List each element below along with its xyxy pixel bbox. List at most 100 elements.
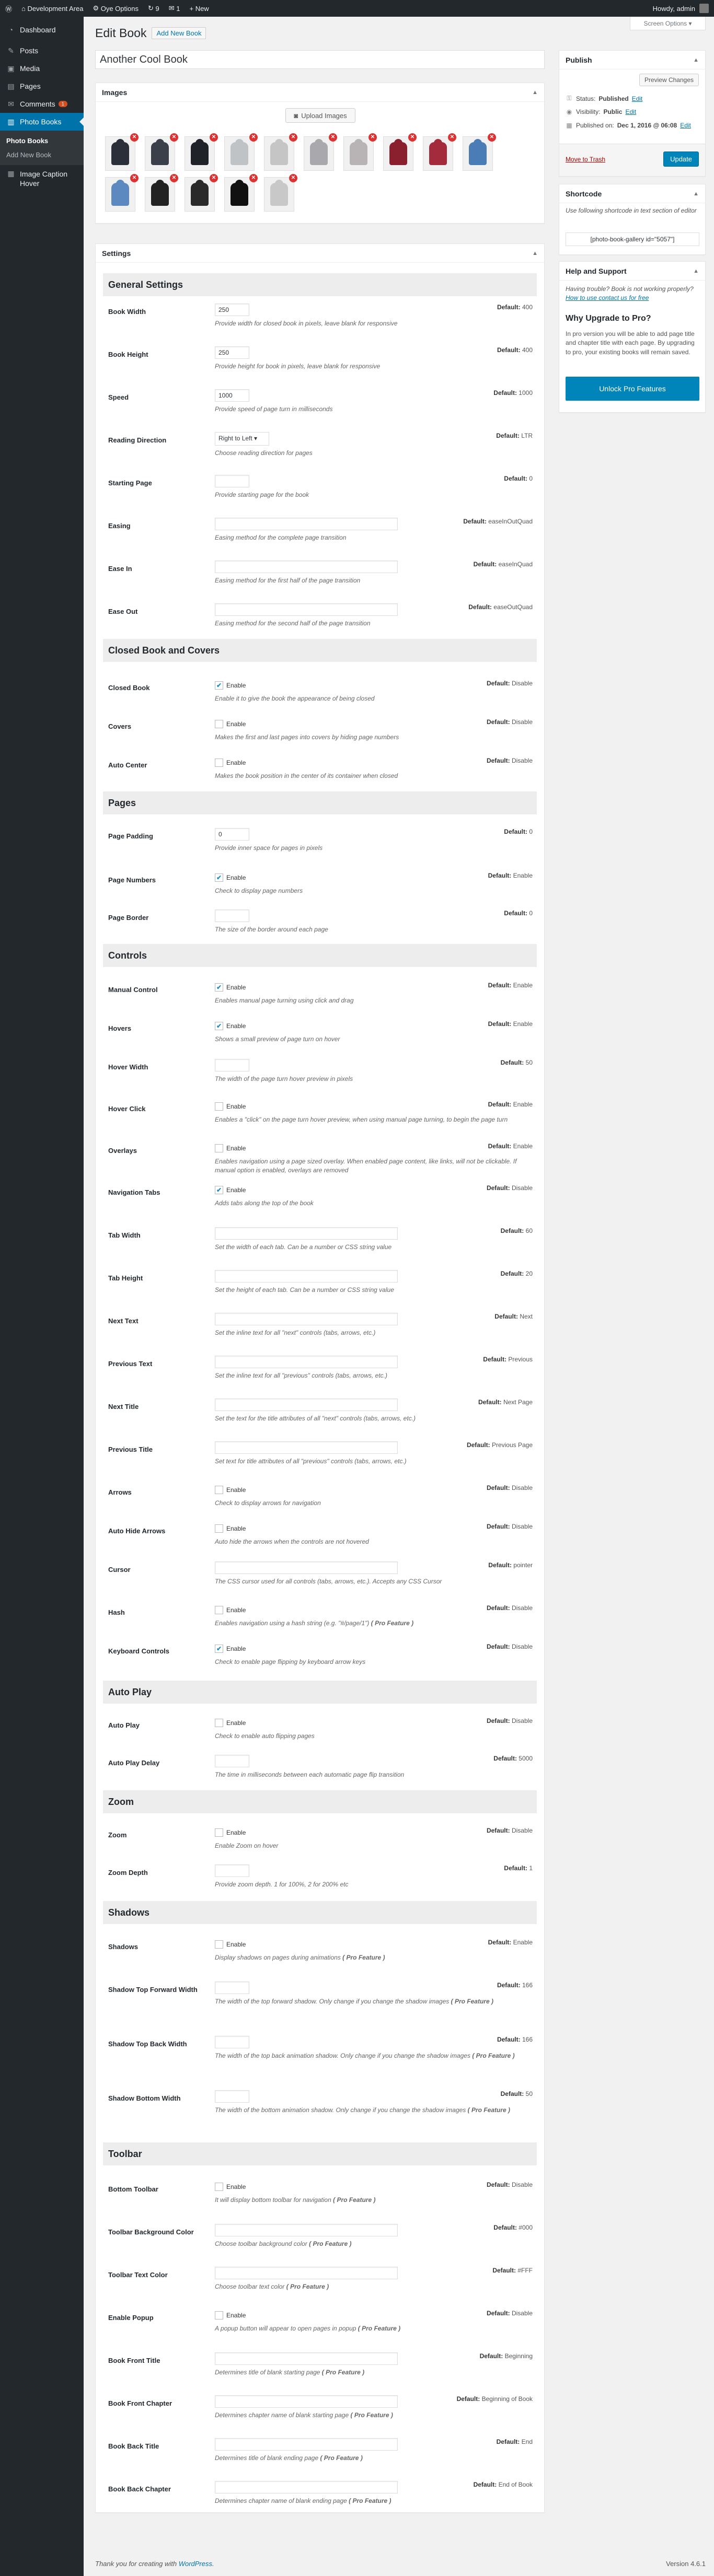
menu-dashboard[interactable]: ◔ Dashboard bbox=[0, 21, 84, 39]
auto-center-checkbox[interactable]: Enable bbox=[215, 757, 528, 768]
shadows-checkbox[interactable]: Enable bbox=[215, 1939, 528, 1950]
checkbox[interactable] bbox=[215, 1940, 223, 1949]
book-front-title-input[interactable] bbox=[215, 2352, 398, 2365]
navigation-tabs-checkbox[interactable]: ✔ Enable bbox=[215, 1184, 528, 1196]
remove-image-icon[interactable]: ✕ bbox=[170, 133, 178, 142]
image-thumbnail[interactable]: ✕ bbox=[343, 133, 377, 171]
starting-page-input[interactable] bbox=[215, 475, 249, 487]
closed-book-checkbox[interactable]: ✔ Enable bbox=[215, 680, 528, 691]
image-thumbnail[interactable]: ✕ bbox=[224, 174, 258, 212]
remove-image-icon[interactable]: ✕ bbox=[249, 133, 258, 142]
new-content-link[interactable]: + New bbox=[189, 5, 209, 13]
speed-input[interactable] bbox=[215, 389, 249, 402]
post-title-input[interactable] bbox=[95, 50, 545, 69]
checkbox[interactable]: ✔ bbox=[215, 1022, 223, 1030]
zoom-checkbox[interactable]: Enable bbox=[215, 1827, 528, 1838]
checkbox[interactable]: ✔ bbox=[215, 681, 223, 690]
submenu-photo-books[interactable]: Photo Books bbox=[0, 134, 84, 148]
shadow-bottom-input[interactable] bbox=[215, 2090, 249, 2103]
tab-height-input[interactable] bbox=[215, 1270, 398, 1283]
image-thumbnail[interactable]: ✕ bbox=[264, 174, 297, 212]
checkbox[interactable]: ✔ bbox=[215, 1186, 223, 1194]
upload-images-button[interactable]: ◙ Upload Images bbox=[285, 108, 355, 123]
remove-image-icon[interactable]: ✕ bbox=[170, 174, 178, 182]
site-name-link[interactable]: ⌂ Development Area bbox=[21, 5, 83, 13]
remove-image-icon[interactable]: ✕ bbox=[289, 133, 297, 142]
tab-width-input[interactable] bbox=[215, 1227, 398, 1240]
checkbox[interactable]: ✔ bbox=[215, 983, 223, 992]
remove-image-icon[interactable]: ✕ bbox=[210, 133, 218, 142]
toggle-arrow-icon[interactable]: ▲ bbox=[532, 89, 538, 96]
image-thumbnail[interactable]: ✕ bbox=[145, 174, 178, 212]
help-metabox-header[interactable]: Help and Support ▲ bbox=[559, 262, 705, 281]
image-thumbnail[interactable]: ✕ bbox=[105, 133, 139, 171]
hover-click-checkbox[interactable]: Enable bbox=[215, 1101, 528, 1112]
checkbox[interactable] bbox=[215, 1486, 223, 1494]
image-thumbnail[interactable]: ✕ bbox=[304, 133, 337, 171]
hovers-checkbox[interactable]: ✔ Enable bbox=[215, 1020, 528, 1032]
image-thumbnail[interactable]: ✕ bbox=[185, 174, 218, 212]
easing-input[interactable] bbox=[215, 518, 398, 530]
publish-metabox-header[interactable]: Publish ▲ bbox=[559, 51, 705, 69]
image-thumbnail[interactable]: ✕ bbox=[224, 133, 258, 171]
checkbox[interactable] bbox=[215, 1524, 223, 1533]
move-to-trash-link[interactable]: Move to Trash bbox=[566, 156, 605, 163]
toggle-arrow-icon[interactable]: ▲ bbox=[693, 191, 699, 197]
auto-play-delay-input[interactable] bbox=[215, 1755, 249, 1767]
remove-image-icon[interactable]: ✕ bbox=[448, 133, 456, 142]
shadow-top-back-input[interactable] bbox=[215, 2036, 249, 2048]
zoom-depth-input[interactable] bbox=[215, 1864, 249, 1877]
ease-out-input[interactable] bbox=[215, 603, 398, 616]
book-back-title-input[interactable] bbox=[215, 2438, 398, 2451]
wordpress-link[interactable]: WordPress bbox=[179, 2560, 212, 2568]
toolbar-text-input[interactable] bbox=[215, 2267, 398, 2279]
image-thumbnail[interactable]: ✕ bbox=[145, 133, 178, 171]
edit-date-link[interactable]: Edit bbox=[680, 122, 691, 129]
next-text-input[interactable] bbox=[215, 1313, 398, 1325]
book-width-input[interactable] bbox=[215, 304, 249, 316]
checkbox[interactable] bbox=[215, 1144, 223, 1152]
bottom-toolbar-checkbox[interactable]: Enable bbox=[215, 2181, 528, 2193]
remove-image-icon[interactable]: ✕ bbox=[130, 133, 139, 142]
auto-hide-arrows-checkbox[interactable]: Enable bbox=[215, 1523, 528, 1534]
remove-image-icon[interactable]: ✕ bbox=[210, 174, 218, 182]
hover-width-input[interactable] bbox=[215, 1059, 249, 1071]
checkbox[interactable] bbox=[215, 1719, 223, 1727]
page-numbers-checkbox[interactable]: ✔ Enable bbox=[215, 872, 528, 883]
my-account[interactable]: Howdy, admin bbox=[653, 4, 709, 13]
next-title-input[interactable] bbox=[215, 1398, 398, 1411]
checkbox[interactable] bbox=[215, 720, 223, 728]
checkbox[interactable] bbox=[215, 2311, 223, 2319]
menu-posts[interactable]: ✎ Posts bbox=[0, 42, 84, 60]
enable-popup-checkbox[interactable]: Enable bbox=[215, 2310, 528, 2321]
menu-comments[interactable]: ✉ Comments 1 bbox=[0, 95, 84, 113]
edit-visibility-link[interactable]: Edit bbox=[625, 108, 636, 115]
checkbox[interactable] bbox=[215, 1102, 223, 1111]
image-thumbnail[interactable]: ✕ bbox=[383, 133, 417, 171]
remove-image-icon[interactable]: ✕ bbox=[329, 133, 337, 142]
covers-checkbox[interactable]: Enable bbox=[215, 718, 528, 730]
checkbox[interactable]: ✔ bbox=[215, 873, 223, 882]
remove-image-icon[interactable]: ✕ bbox=[289, 174, 297, 182]
reading-direction-select[interactable]: Right to Left ▾ bbox=[215, 432, 269, 446]
images-metabox-header[interactable]: Images ▲ bbox=[96, 83, 544, 102]
toolbar-bg-input[interactable] bbox=[215, 2224, 398, 2236]
add-new-book-button[interactable]: Add New Book bbox=[152, 27, 206, 39]
preview-changes-button[interactable]: Preview Changes bbox=[639, 74, 699, 86]
remove-image-icon[interactable]: ✕ bbox=[368, 133, 377, 142]
shadow-top-forward-input[interactable] bbox=[215, 1981, 249, 1994]
menu-image-caption-hover[interactable]: ▦ Image Caption Hover bbox=[0, 165, 84, 189]
comments-link[interactable]: ✉ 1 bbox=[169, 4, 180, 13]
cursor-input[interactable] bbox=[215, 1561, 398, 1574]
remove-image-icon[interactable]: ✕ bbox=[249, 174, 258, 182]
menu-pages[interactable]: ▤ Pages bbox=[0, 77, 84, 95]
book-front-chapter-input[interactable] bbox=[215, 2395, 398, 2408]
checkbox[interactable] bbox=[215, 759, 223, 767]
image-thumbnail[interactable]: ✕ bbox=[423, 133, 456, 171]
image-thumbnail[interactable]: ✕ bbox=[185, 133, 218, 171]
previous-text-input[interactable] bbox=[215, 1356, 398, 1368]
help-link[interactable]: How to use contact us for free bbox=[566, 294, 649, 301]
shortcode-field[interactable] bbox=[566, 232, 699, 246]
toggle-arrow-icon[interactable]: ▲ bbox=[693, 57, 699, 63]
checkbox[interactable]: ✔ bbox=[215, 1645, 223, 1653]
